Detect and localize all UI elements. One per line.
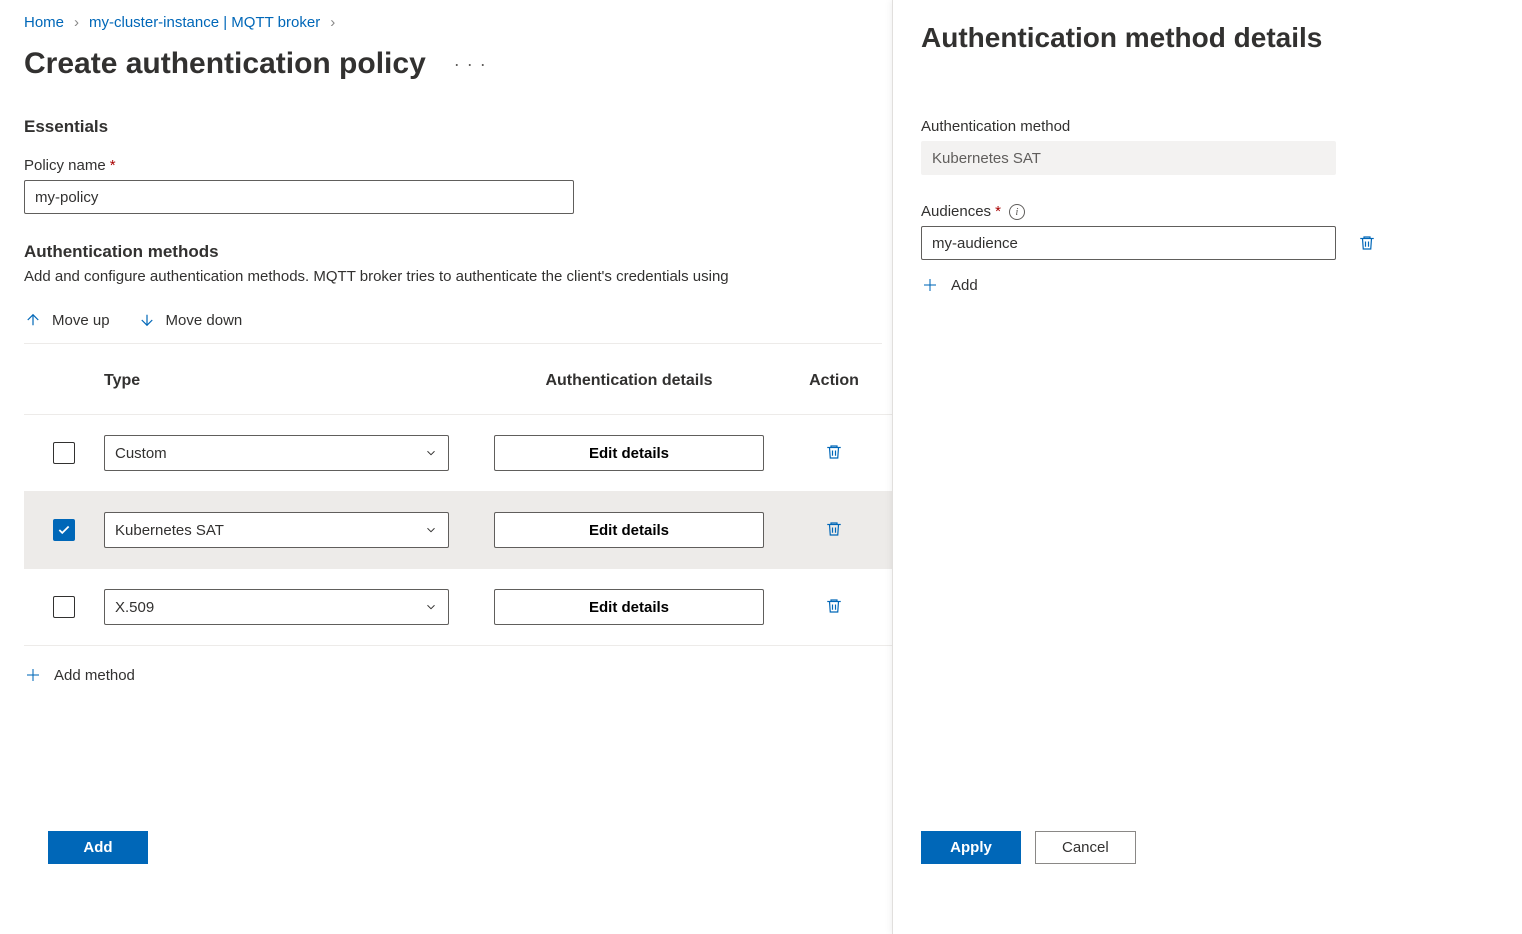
type-select[interactable]: Custom [104,435,449,471]
panel-title: Authentication method details [921,22,1494,54]
policy-name-label: Policy name* [24,157,892,174]
chevron-right-icon: › [74,14,79,31]
plus-icon [921,276,939,294]
type-select[interactable]: Kubernetes SAT [104,512,449,548]
apply-button[interactable]: Apply [921,831,1021,864]
breadcrumb: Home › my-cluster-instance | MQTT broker… [24,14,892,31]
delete-row-button[interactable] [784,442,884,462]
table-row: X.509 Edit details [24,569,892,646]
more-actions-button[interactable]: · · · [448,50,493,79]
chevron-down-icon [424,600,438,614]
trash-icon [825,519,843,539]
chevron-right-icon: › [330,14,335,31]
table-header: Type Authentication details Action [24,344,892,415]
add-method-button[interactable]: Add method [24,646,892,704]
chevron-down-icon [424,446,438,460]
auth-methods-table: Type Authentication details Action Custo… [24,344,892,646]
delete-row-button[interactable] [784,519,884,539]
edit-details-button[interactable]: Edit details [494,512,764,548]
auth-method-label: Authentication method [921,118,1494,135]
delete-audience-button[interactable] [1358,233,1376,253]
row-checkbox[interactable] [53,442,75,464]
edit-details-button[interactable]: Edit details [494,589,764,625]
info-icon[interactable]: i [1009,204,1025,220]
plus-icon [24,666,42,684]
breadcrumb-home[interactable]: Home [24,14,64,31]
table-row: Kubernetes SAT Edit details [24,492,892,569]
audiences-label: Audiences* i [921,203,1494,220]
row-checkbox[interactable] [53,519,75,541]
cancel-button[interactable]: Cancel [1035,831,1136,864]
trash-icon [1358,233,1376,253]
policy-name-input[interactable] [24,180,574,214]
arrow-down-icon [138,311,156,329]
auth-methods-description: Add and configure authentication methods… [24,268,892,285]
audience-input[interactable] [921,226,1336,260]
auth-method-input [921,141,1336,175]
delete-row-button[interactable] [784,596,884,616]
trash-icon [825,596,843,616]
col-details: Authentication details [474,372,784,390]
col-type: Type [104,372,474,390]
details-panel: Authentication method details Authentica… [892,0,1522,934]
auth-methods-heading: Authentication methods [24,242,892,262]
page-title: Create authentication policy [24,47,426,81]
arrow-up-icon [24,311,42,329]
move-down-button[interactable]: Move down [138,311,243,329]
col-action: Action [784,372,884,390]
edit-details-button[interactable]: Edit details [494,435,764,471]
move-up-button[interactable]: Move up [24,311,110,329]
breadcrumb-cluster[interactable]: my-cluster-instance | MQTT broker [89,14,320,31]
add-button[interactable]: Add [48,831,148,864]
essentials-heading: Essentials [24,117,892,137]
table-row: Custom Edit details [24,415,892,492]
add-audience-button[interactable]: Add [921,276,1494,294]
chevron-down-icon [424,523,438,537]
row-checkbox[interactable] [53,596,75,618]
trash-icon [825,442,843,462]
type-select[interactable]: X.509 [104,589,449,625]
